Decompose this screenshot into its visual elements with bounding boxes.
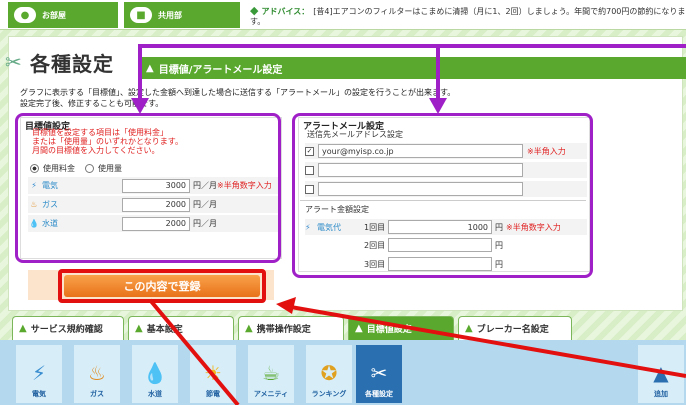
red-arrowhead — [276, 297, 296, 314]
purple-arrow-left — [138, 44, 686, 110]
purple-arrowhead-left — [131, 98, 149, 114]
red-line-bottom — [148, 298, 240, 405]
red-arrow-to-button — [284, 304, 686, 378]
purple-arrowhead-right — [429, 98, 447, 114]
annotation-arrows — [131, 44, 686, 405]
